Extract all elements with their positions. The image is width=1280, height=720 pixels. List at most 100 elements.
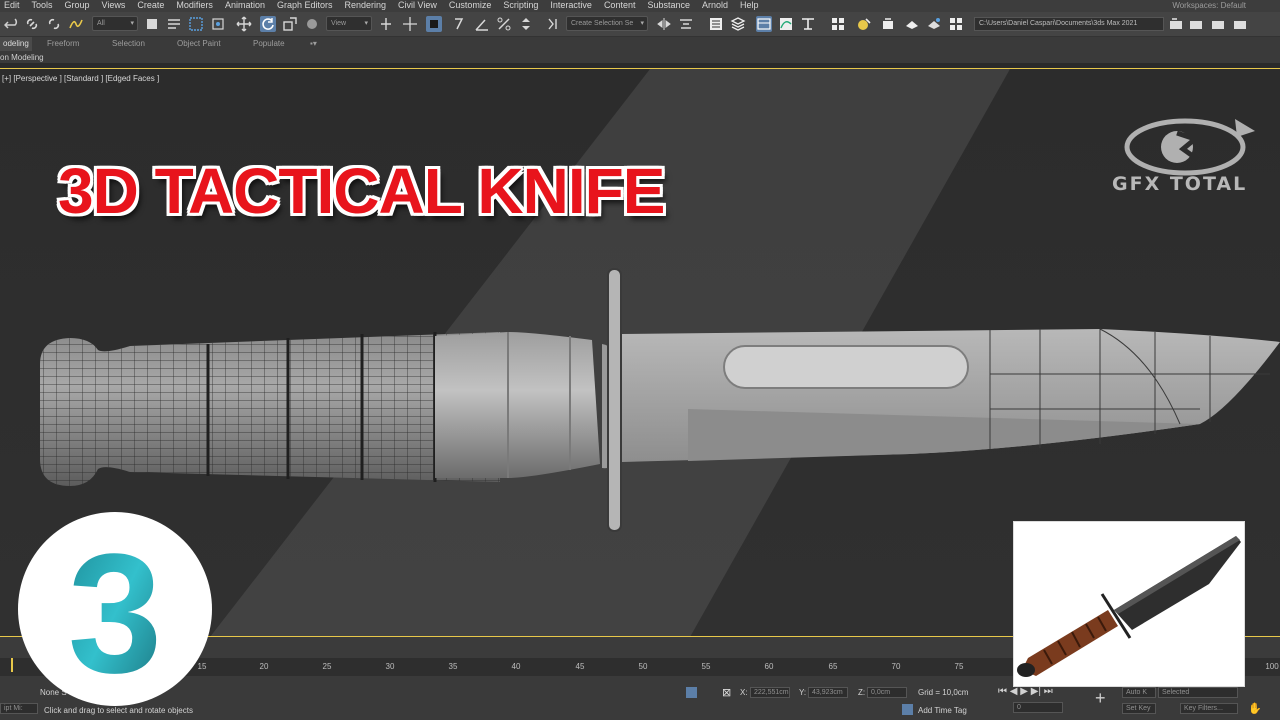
polygon-modeling-panel[interactable]: on Modeling (0, 51, 1280, 64)
menu-help[interactable]: Help (736, 0, 767, 12)
material-editor-icon[interactable] (830, 16, 846, 32)
render-production-icon[interactable] (904, 16, 920, 32)
open-project-icon[interactable] (1210, 16, 1226, 32)
layer-explorer-icon[interactable] (730, 16, 746, 32)
z-coordinate-label: Z: (858, 688, 866, 697)
tick-label: 75 (954, 662, 964, 671)
key-filters-button[interactable]: Key Filters... (1180, 703, 1238, 714)
menu-graph-editors[interactable]: Graph Editors (273, 0, 341, 12)
key-mode-dropdown[interactable]: Selected (1158, 687, 1238, 698)
percent-snap-icon[interactable] (496, 16, 512, 32)
ribbon-tab-object-paint[interactable]: Object Paint (177, 37, 221, 51)
spinner-snap-icon[interactable] (518, 16, 534, 32)
menu-create[interactable]: Create (133, 0, 172, 12)
region-select-icon[interactable] (188, 16, 204, 32)
save-project-icon[interactable] (1232, 16, 1248, 32)
render-online-icon[interactable] (948, 16, 964, 32)
move-icon[interactable] (236, 16, 252, 32)
project-folder-icon[interactable] (1168, 16, 1184, 32)
3ds-max-glyph: 3 (68, 519, 163, 706)
render-setup-icon[interactable] (856, 16, 872, 32)
scale-icon[interactable] (282, 16, 298, 32)
menu-animation[interactable]: Animation (221, 0, 273, 12)
menu-civil-view[interactable]: Civil View (394, 0, 445, 12)
ribbon-toggle-icon[interactable] (756, 16, 772, 32)
add-key-icon[interactable]: + (1095, 689, 1106, 707)
menu-modifiers[interactable]: Modifiers (172, 0, 221, 12)
select-object-icon[interactable] (144, 16, 160, 32)
menu-customize[interactable]: Customize (445, 0, 500, 12)
workspace-indicator[interactable]: Workspaces: Default (1172, 0, 1246, 11)
named-selection-set-placeholder: Create Selection Se (571, 20, 634, 27)
time-tag-icon[interactable] (902, 704, 913, 715)
snaps-toggle-icon[interactable] (452, 16, 468, 32)
tick-label: 35 (448, 662, 458, 671)
edit-named-selection-icon[interactable] (546, 16, 562, 32)
keyboard-shortcut-icon[interactable] (426, 16, 442, 32)
modeling-ribbon: odeling Freeform Selection Object Paint … (0, 37, 1280, 51)
curve-editor-icon[interactable] (778, 16, 794, 32)
auto-key-button[interactable]: Auto K (1122, 687, 1156, 698)
asset-tracking-icon[interactable] (1188, 16, 1204, 32)
unlink-icon[interactable] (46, 16, 62, 32)
y-coordinate-field[interactable]: 43,923cm (808, 687, 848, 698)
isolate-selection-icon[interactable] (686, 687, 697, 698)
rendered-frame-window-icon[interactable] (880, 16, 896, 32)
ribbon-tab-populate[interactable]: Populate (253, 37, 285, 51)
pan-icon[interactable]: ✋ (1248, 702, 1262, 715)
set-key-button[interactable]: Set Key (1122, 703, 1156, 714)
window-crossing-icon[interactable] (210, 16, 226, 32)
menu-edit[interactable]: Edit (0, 0, 28, 12)
ribbon-tab-selection[interactable]: Selection (112, 37, 145, 51)
align-icon[interactable] (678, 16, 694, 32)
reference-knife-preview (1013, 521, 1245, 687)
render-active-shade-icon[interactable] (926, 16, 942, 32)
menu-tools[interactable]: Tools (28, 0, 61, 12)
ribbon-options-icon[interactable]: ▪▾ (310, 37, 317, 51)
menu-scripting[interactable]: Scripting (499, 0, 546, 12)
menu-arnold[interactable]: Arnold (698, 0, 736, 12)
menu-bar: Edit Tools Group Views Create Modifiers … (0, 0, 1280, 12)
z-coordinate-field[interactable]: 0,0cm (867, 687, 907, 698)
workspace-label: Workspaces: (1172, 1, 1219, 10)
tick-label: 20 (259, 662, 269, 671)
bind-spacewarp-icon[interactable] (68, 16, 84, 32)
add-time-tag[interactable]: Add Time Tag (918, 706, 967, 715)
tick-label: 45 (575, 662, 585, 671)
absolute-mode-icon[interactable]: ⊠ (722, 686, 736, 700)
reference-coordinate-dropdown[interactable]: View (326, 16, 372, 31)
reference-coordinate-value: View (331, 20, 347, 27)
menu-content[interactable]: Content (600, 0, 644, 12)
angle-snap-icon[interactable] (474, 16, 490, 32)
current-frame-field[interactable]: 0 (1013, 702, 1063, 713)
select-manipulate-icon[interactable] (402, 16, 418, 32)
tick-label: 25 (322, 662, 332, 671)
schematic-view-icon[interactable] (800, 16, 816, 32)
scene-explorer-icon[interactable] (708, 16, 724, 32)
menu-group[interactable]: Group (61, 0, 98, 12)
rotate-icon[interactable] (260, 16, 276, 32)
x-coordinate-field[interactable]: 222,551cm (750, 687, 790, 698)
place-icon[interactable] (304, 16, 320, 32)
ribbon-tab-freeform[interactable]: Freeform (47, 37, 79, 51)
project-folder-path[interactable]: C:\Users\Daniel Caspari\Documents\3ds Ma… (974, 17, 1164, 31)
menu-substance[interactable]: Substance (643, 0, 698, 12)
mirror-icon[interactable] (656, 16, 672, 32)
menu-views[interactable]: Views (98, 0, 134, 12)
menu-interactive[interactable]: Interactive (546, 0, 600, 12)
tick-label: 50 (638, 662, 648, 671)
selection-filter-dropdown[interactable]: All (92, 16, 138, 31)
undo-icon[interactable] (4, 16, 20, 32)
viewport-label[interactable]: [+] [Perspective ] [Standard ] [Edged Fa… (2, 74, 159, 83)
knife-model[interactable] (30, 264, 1280, 539)
pivot-icon[interactable] (378, 16, 394, 32)
named-selection-set-dropdown[interactable]: Create Selection Se (566, 16, 648, 31)
video-title: 3D TACTICAL KNIFE (57, 154, 666, 228)
select-by-name-icon[interactable] (166, 16, 182, 32)
tick-label: 70 (891, 662, 901, 671)
main-toolbar: All View Create Selection Se C:\Users\Da… (0, 12, 1280, 37)
selection-filter-value: All (97, 20, 105, 27)
menu-rendering[interactable]: Rendering (341, 0, 395, 12)
ribbon-tab-modeling[interactable]: odeling (0, 37, 32, 51)
link-icon[interactable] (24, 16, 40, 32)
